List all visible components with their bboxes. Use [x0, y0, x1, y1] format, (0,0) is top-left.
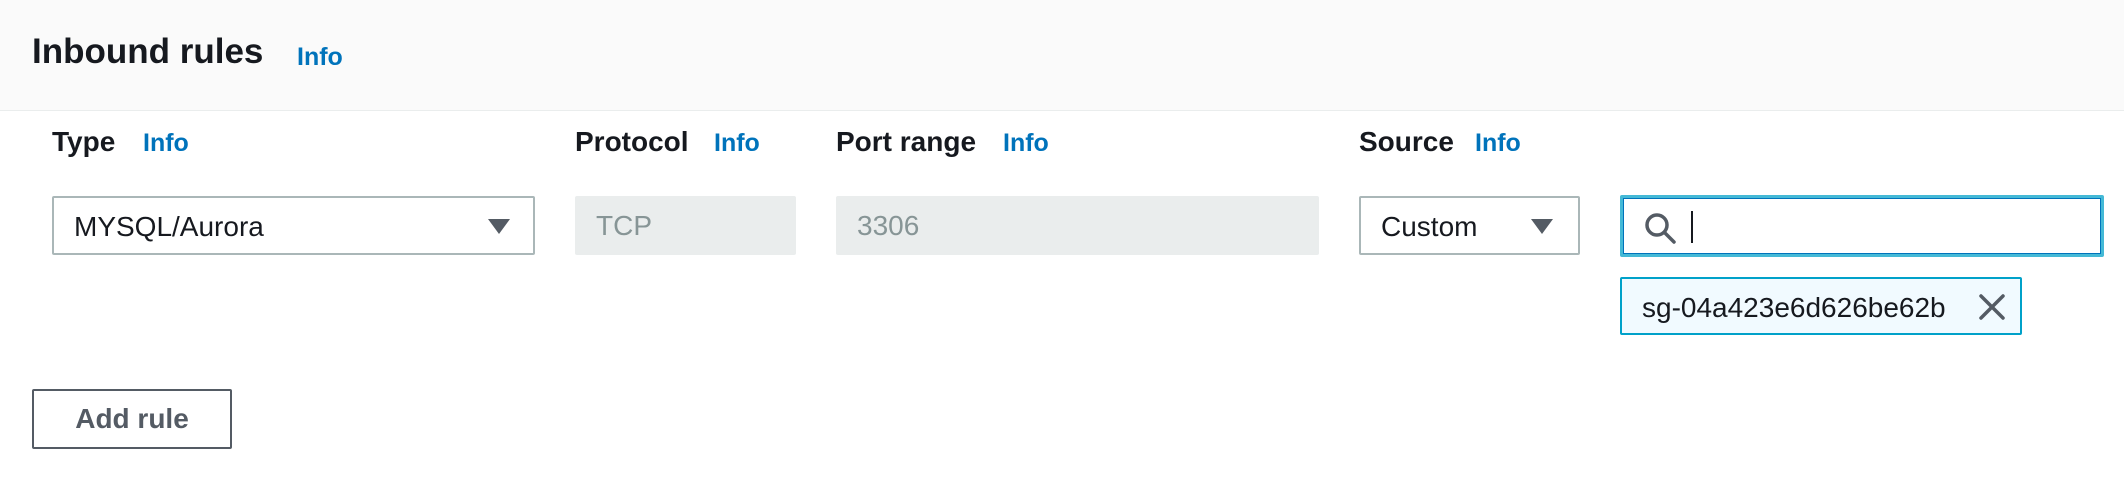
close-icon[interactable]	[1976, 291, 2008, 323]
section-title: Inbound rules	[32, 32, 264, 71]
protocol-info-link[interactable]: Info	[714, 128, 760, 158]
add-rule-button[interactable]: Add rule	[32, 389, 232, 449]
caret-down-icon	[488, 219, 510, 234]
source-select[interactable]: Custom	[1359, 196, 1580, 255]
protocol-field: TCP	[575, 196, 796, 255]
type-select-value: MYSQL/Aurora	[74, 211, 264, 242]
token-label: sg-04a423e6d626be62b	[1642, 292, 1946, 323]
source-search-input[interactable]	[1620, 195, 2104, 257]
inbound-rules-header: Inbound rules Info	[0, 0, 2124, 111]
type-select[interactable]: MYSQL/Aurora	[52, 196, 535, 255]
port-range-info-link[interactable]: Info	[1003, 128, 1049, 158]
protocol-value: TCP	[596, 210, 652, 241]
search-icon	[1645, 213, 1676, 244]
port-range-field: 3306	[836, 196, 1319, 255]
source-label: Source	[1359, 126, 1454, 157]
source-select-value: Custom	[1381, 211, 1478, 242]
source-info-link[interactable]: Info	[1475, 128, 1521, 158]
port-range-label: Port range	[836, 126, 977, 157]
text-cursor	[1691, 211, 1693, 243]
type-label: Type	[52, 126, 116, 157]
type-info-link[interactable]: Info	[143, 128, 189, 158]
security-group-token: sg-04a423e6d626be62b	[1620, 277, 2022, 335]
protocol-label: Protocol	[575, 126, 689, 157]
caret-down-icon	[1531, 219, 1553, 234]
port-range-value: 3306	[857, 210, 920, 241]
header-info-link[interactable]: Info	[297, 42, 343, 72]
